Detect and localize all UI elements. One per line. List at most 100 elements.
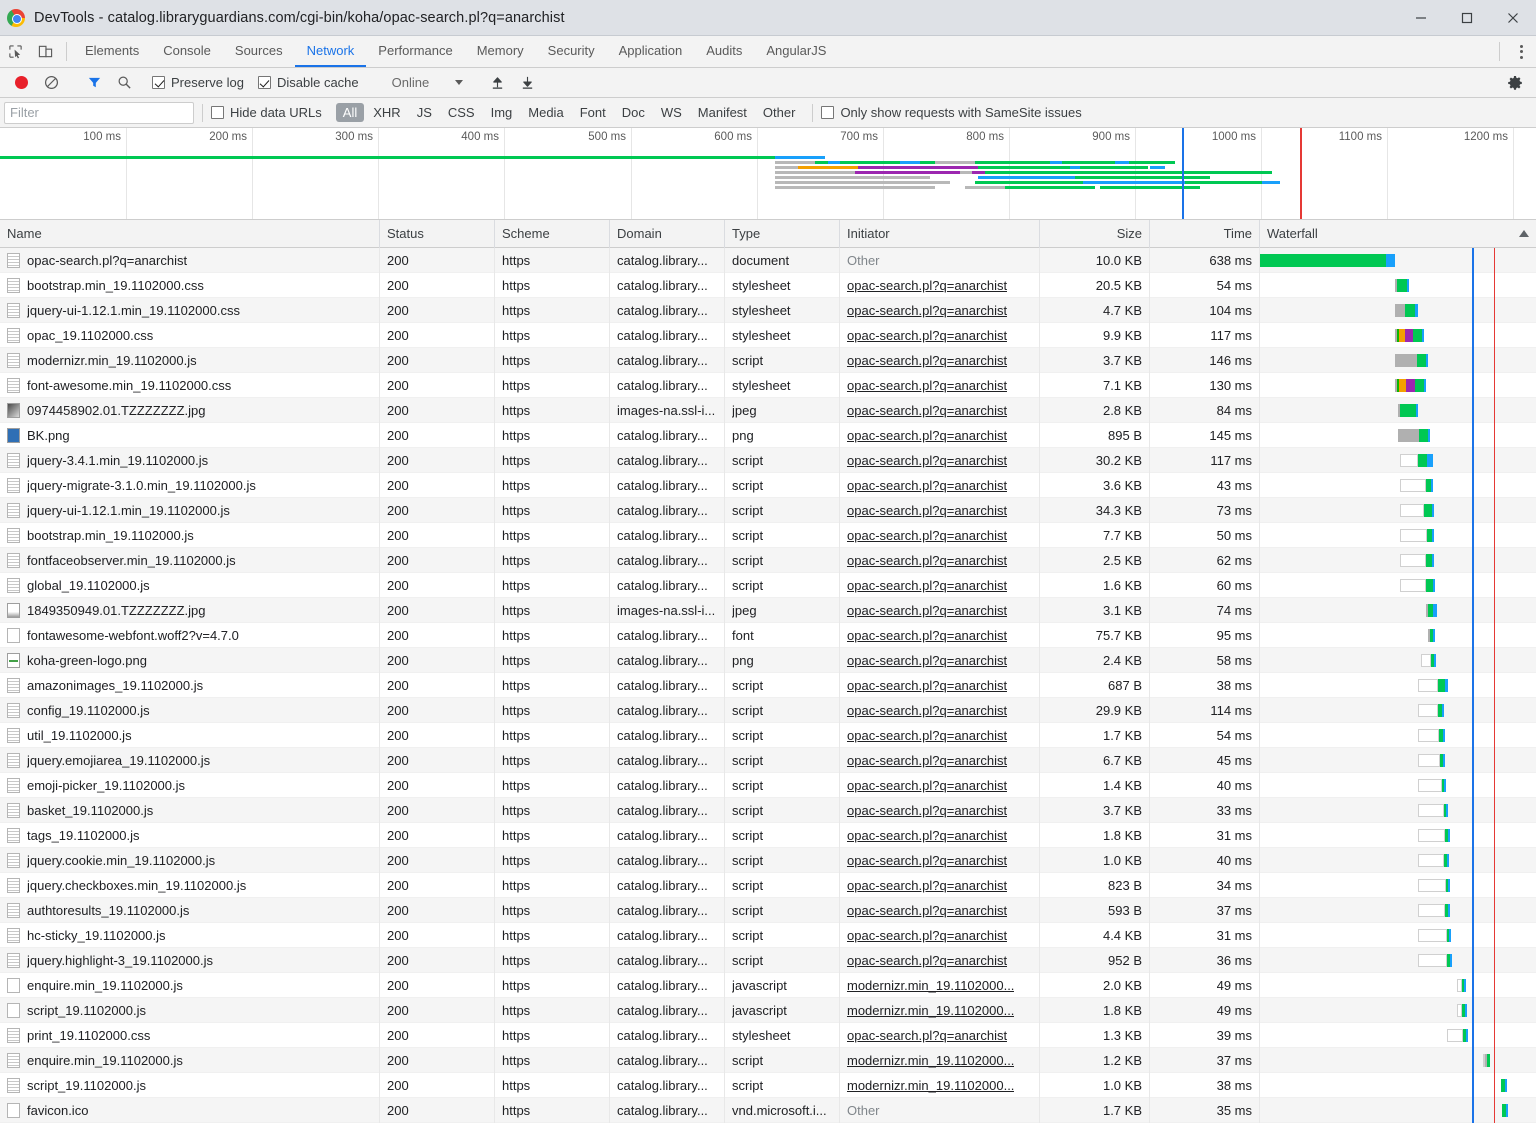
column-header-waterfall[interactable]: Waterfall — [1260, 220, 1536, 248]
cell-waterfall[interactable] — [1260, 997, 1536, 1023]
table-row[interactable]: config_19.1102000.js 200 https catalog.libr… — [0, 697, 1536, 723]
cell-waterfall[interactable] — [1260, 347, 1536, 373]
cell-initiator[interactable]: opac-search.pl?q=anarchist — [840, 472, 1040, 498]
cell-initiator[interactable]: opac-search.pl?q=anarchist — [840, 397, 1040, 423]
cell-initiator[interactable]: modernizr.min_19.1102000... — [840, 1047, 1040, 1073]
cell-initiator[interactable]: opac-search.pl?q=anarchist — [840, 722, 1040, 748]
type-filter-other[interactable]: Other — [756, 103, 803, 122]
cell-initiator[interactable]: opac-search.pl?q=anarchist — [840, 697, 1040, 723]
cell-name[interactable]: authtoresults_19.1102000.js — [0, 897, 380, 923]
column-header-initiator[interactable]: Initiator — [840, 219, 1040, 248]
initiator-link[interactable]: opac-search.pl?q=anarchist — [847, 303, 1007, 318]
tab-application[interactable]: Application — [607, 36, 695, 67]
gear-icon[interactable] — [1500, 70, 1530, 96]
initiator-link[interactable]: opac-search.pl?q=anarchist — [847, 403, 1007, 418]
cell-waterfall[interactable] — [1260, 647, 1536, 673]
type-filter-css[interactable]: CSS — [441, 103, 482, 122]
cell-waterfall[interactable] — [1260, 947, 1536, 973]
cell-waterfall[interactable] — [1260, 697, 1536, 723]
cell-name[interactable]: jquery.cookie.min_19.1102000.js — [0, 847, 380, 873]
initiator-link[interactable]: modernizr.min_19.1102000... — [847, 1078, 1014, 1093]
cell-waterfall[interactable] — [1260, 497, 1536, 523]
cell-waterfall[interactable] — [1260, 272, 1536, 298]
table-row[interactable]: 1849350949.01.TZZZZZZZ.jpg 200 https images… — [0, 597, 1536, 623]
table-row[interactable]: jquery.highlight-3_19.1102000.js 200 https… — [0, 947, 1536, 973]
tab-network[interactable]: Network — [294, 36, 367, 67]
cell-initiator[interactable]: opac-search.pl?q=anarchist — [840, 572, 1040, 598]
cell-initiator[interactable]: opac-search.pl?q=anarchist — [840, 322, 1040, 348]
initiator-link[interactable]: opac-search.pl?q=anarchist — [847, 503, 1007, 518]
cell-name[interactable]: tags_19.1102000.js — [0, 822, 380, 848]
cell-initiator[interactable]: modernizr.min_19.1102000... — [840, 1072, 1040, 1098]
cell-waterfall[interactable] — [1260, 397, 1536, 423]
table-row[interactable]: BK.png 200 https catalog.library... png opac-… — [0, 422, 1536, 448]
cell-initiator[interactable]: opac-search.pl?q=anarchist — [840, 822, 1040, 848]
cell-initiator[interactable]: opac-search.pl?q=anarchist — [840, 922, 1040, 948]
cell-name[interactable]: opac_19.1102000.css — [0, 322, 380, 348]
initiator-link[interactable]: opac-search.pl?q=anarchist — [847, 778, 1007, 793]
table-row[interactable]: bootstrap.min_19.1102000.css 200 https cata… — [0, 272, 1536, 298]
cell-waterfall[interactable] — [1260, 422, 1536, 448]
cell-waterfall[interactable] — [1260, 1097, 1536, 1123]
export-har-icon[interactable] — [512, 70, 542, 96]
tab-console[interactable]: Console — [151, 36, 223, 67]
cell-waterfall[interactable] — [1260, 872, 1536, 898]
clear-log-icon[interactable] — [36, 70, 66, 96]
table-row[interactable]: script_19.1102000.js 200 https catalog.libr… — [0, 1072, 1536, 1098]
initiator-link[interactable]: opac-search.pl?q=anarchist — [847, 653, 1007, 668]
cell-name[interactable]: amazonimages_19.1102000.js — [0, 672, 380, 698]
cell-name[interactable]: global_19.1102000.js — [0, 572, 380, 598]
cell-waterfall[interactable] — [1260, 1022, 1536, 1048]
cell-initiator[interactable]: opac-search.pl?q=anarchist — [840, 497, 1040, 523]
table-row[interactable]: jquery.cookie.min_19.1102000.js 200 https c… — [0, 847, 1536, 873]
import-har-icon[interactable] — [482, 70, 512, 96]
table-row[interactable]: font-awesome.min_19.1102000.css 200 https c… — [0, 372, 1536, 398]
column-header-status[interactable]: Status — [380, 219, 495, 248]
initiator-link[interactable]: opac-search.pl?q=anarchist — [847, 603, 1007, 618]
cell-name[interactable]: emoji-picker_19.1102000.js — [0, 772, 380, 798]
cell-name[interactable]: jquery-3.4.1.min_19.1102000.js — [0, 447, 380, 473]
cell-waterfall[interactable] — [1260, 822, 1536, 848]
network-overview-timeline[interactable]: 100 ms 200 ms 300 ms 400 ms 500 ms 600 ms 700 … — [0, 128, 1536, 220]
cell-initiator[interactable]: opac-search.pl?q=anarchist — [840, 672, 1040, 698]
tab-angularjs[interactable]: AngularJS — [754, 36, 838, 67]
cell-initiator[interactable]: opac-search.pl?q=anarchist — [840, 847, 1040, 873]
cell-initiator[interactable]: modernizr.min_19.1102000... — [840, 997, 1040, 1023]
cell-initiator[interactable]: opac-search.pl?q=anarchist — [840, 372, 1040, 398]
cell-name[interactable]: fontfaceobserver.min_19.1102000.js — [0, 547, 380, 573]
cell-initiator[interactable]: opac-search.pl?q=anarchist — [840, 897, 1040, 923]
type-filter-font[interactable]: Font — [573, 103, 613, 122]
tab-audits[interactable]: Audits — [694, 36, 754, 67]
initiator-link[interactable]: opac-search.pl?q=anarchist — [847, 528, 1007, 543]
table-row[interactable]: koha-green-logo.png 200 https catalog.libra… — [0, 647, 1536, 673]
cell-initiator[interactable]: opac-search.pl?q=anarchist — [840, 1022, 1040, 1048]
minimize-button[interactable] — [1398, 0, 1444, 36]
table-row[interactable]: basket_19.1102000.js 200 https catalog.libr… — [0, 797, 1536, 823]
cell-initiator[interactable]: opac-search.pl?q=anarchist — [840, 422, 1040, 448]
cell-name[interactable]: modernizr.min_19.1102000.js — [0, 347, 380, 373]
table-row[interactable]: fontawesome-webfont.woff2?v=4.7.0 200 http… — [0, 622, 1536, 648]
inspect-element-icon[interactable] — [0, 36, 30, 67]
cell-waterfall[interactable] — [1260, 472, 1536, 498]
column-header-size[interactable]: Size — [1040, 219, 1150, 248]
cell-name[interactable]: jquery-migrate-3.1.0.min_19.1102000.js — [0, 472, 380, 498]
table-row[interactable]: hc-sticky_19.1102000.js 200 https catalog.l… — [0, 922, 1536, 948]
cell-waterfall[interactable] — [1260, 1072, 1536, 1098]
initiator-link[interactable]: opac-search.pl?q=anarchist — [847, 553, 1007, 568]
type-filter-xhr[interactable]: XHR — [366, 103, 407, 122]
cell-waterfall[interactable] — [1260, 322, 1536, 348]
table-row[interactable]: modernizr.min_19.1102000.js 200 https catal… — [0, 347, 1536, 373]
cell-initiator[interactable]: opac-search.pl?q=anarchist — [840, 797, 1040, 823]
table-row[interactable]: opac_19.1102000.css 200 https catalog.libra… — [0, 322, 1536, 348]
column-header-domain[interactable]: Domain — [610, 219, 725, 248]
cell-name[interactable]: basket_19.1102000.js — [0, 797, 380, 823]
cell-name[interactable]: jquery-ui-1.12.1.min_19.1102000.css — [0, 297, 380, 323]
type-filter-img[interactable]: Img — [484, 103, 520, 122]
search-icon[interactable] — [109, 70, 139, 96]
tab-elements[interactable]: Elements — [73, 36, 151, 67]
initiator-link[interactable]: opac-search.pl?q=anarchist — [847, 928, 1007, 943]
table-row[interactable]: jquery-ui-1.12.1.min_19.1102000.css 200 ht… — [0, 297, 1536, 323]
table-row[interactable]: global_19.1102000.js 200 https catalog.libr… — [0, 572, 1536, 598]
cell-name[interactable]: bootstrap.min_19.1102000.js — [0, 522, 380, 548]
cell-waterfall[interactable] — [1260, 447, 1536, 473]
